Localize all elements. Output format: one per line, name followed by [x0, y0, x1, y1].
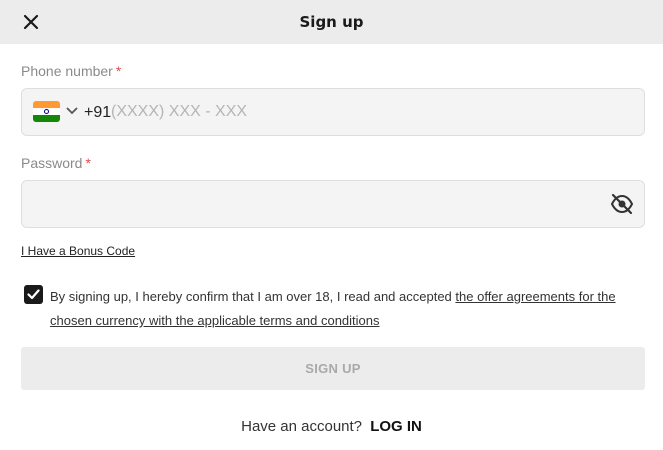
log-in-link[interactable]: LOG IN [370, 418, 422, 435]
password-input[interactable] [34, 191, 594, 217]
phone-label: Phone number * [21, 63, 121, 79]
toggle-password-visibility-button[interactable] [610, 193, 634, 215]
login-prompt-text: Have an account? [241, 418, 363, 435]
chevron-down-icon[interactable] [66, 106, 78, 116]
terms-checkbox[interactable] [24, 285, 43, 304]
india-flag-icon[interactable] [33, 101, 60, 122]
password-label: Password * [21, 155, 91, 171]
login-prompt: Have an account? LOG IN [0, 418, 663, 435]
password-field [21, 180, 645, 228]
phone-label-text: Phone number [21, 63, 113, 79]
password-label-text: Password [21, 155, 83, 171]
dial-code: +91 [84, 104, 112, 121]
bonus-code-link[interactable]: I Have a Bonus Code [21, 244, 135, 258]
close-button[interactable] [20, 11, 42, 33]
check-icon [27, 289, 40, 300]
phone-field: +91 [21, 88, 645, 136]
eye-off-icon [610, 193, 634, 215]
sign-up-button[interactable]: SIGN UP [21, 347, 645, 390]
terms-consent-text: By signing up, I hereby confirm that I a… [50, 285, 650, 333]
consent-text: By signing up, I hereby confirm that I a… [50, 289, 456, 304]
phone-input[interactable] [111, 99, 611, 125]
required-mark: * [85, 155, 91, 171]
close-icon [23, 14, 39, 30]
header-bar: Sign up [0, 0, 663, 44]
required-mark: * [115, 63, 122, 79]
page-title: Sign up [299, 13, 364, 31]
